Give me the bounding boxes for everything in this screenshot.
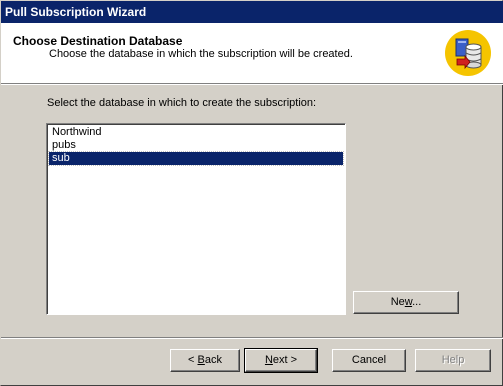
window-title: Pull Subscription Wizard (5, 5, 147, 19)
help-button-label: Help (441, 354, 465, 366)
back-button-label: < Back (188, 354, 222, 366)
page-subtitle: Choose the database in which the subscri… (49, 48, 353, 60)
new-button-label: New... (390, 296, 422, 308)
list-item[interactable]: pubs (49, 139, 343, 152)
database-listbox[interactable]: Northwind pubs sub (46, 123, 346, 315)
next-button[interactable]: Next > (244, 348, 318, 373)
header-divider (1, 83, 503, 85)
list-item[interactable]: sub (48, 151, 344, 166)
page-title: Choose Destination Database (13, 34, 183, 48)
database-wizard-icon (445, 30, 491, 76)
title-bar[interactable]: Pull Subscription Wizard (1, 1, 503, 23)
wizard-header: Choose Destination Database Choose the d… (1, 23, 503, 83)
next-button-label: Next > (264, 354, 298, 366)
wizard-window: Pull Subscription Wizard Choose Destinat… (0, 0, 503, 386)
cancel-button[interactable]: Cancel (332, 349, 406, 372)
back-button[interactable]: < Back (170, 349, 240, 372)
new-database-button[interactable]: New... (353, 291, 459, 314)
help-button: Help (415, 349, 491, 372)
cancel-button-label: Cancel (351, 354, 387, 366)
database-prompt: Select the database in which to create t… (47, 97, 317, 109)
footer-divider (1, 337, 503, 339)
list-item[interactable]: Northwind (49, 126, 343, 139)
